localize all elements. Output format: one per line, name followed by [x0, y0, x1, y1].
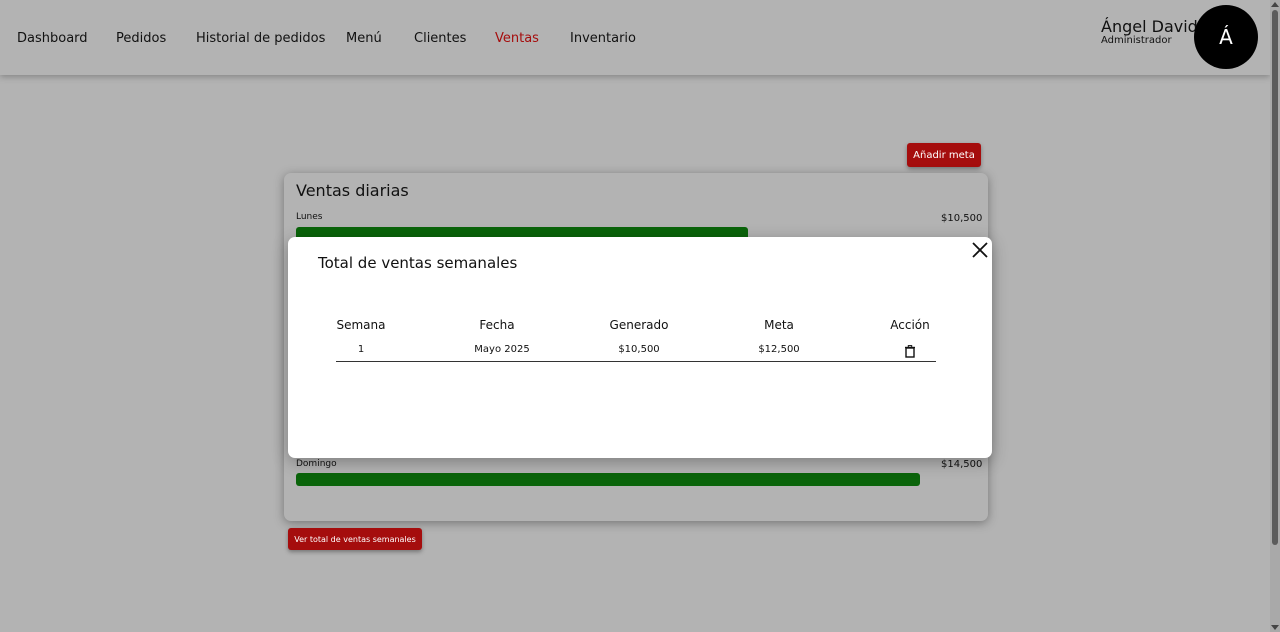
close-icon[interactable] — [970, 240, 990, 260]
top-navbar: Dashboard Pedidos Historial de pedidos M… — [0, 0, 1270, 75]
table-cell-semana: 1 — [357, 344, 365, 355]
day-label-domingo: Domingo — [296, 459, 337, 469]
scroll-up-arrow-icon[interactable] — [1271, 2, 1279, 7]
nav-item-inventario[interactable]: Inventario — [570, 31, 636, 46]
day-bar-domingo — [296, 473, 941, 486]
avatar[interactable]: Á — [1194, 5, 1258, 69]
column-header-accion: Acción — [890, 318, 930, 332]
nav-item-dashboard[interactable]: Dashboard — [17, 31, 88, 46]
day-amount-domingo: $14,500 — [941, 459, 983, 470]
nav-item-historial-de-pedidos[interactable]: Historial de pedidos — [196, 31, 325, 46]
nav-item-pedidos[interactable]: Pedidos — [116, 31, 166, 46]
scrollbar-thumb[interactable] — [1272, 10, 1278, 545]
table-cell-meta: $12,500 — [758, 344, 800, 355]
day-bar-fill-domingo — [296, 473, 920, 486]
table-cell-fecha: Mayo 2025 — [474, 344, 530, 355]
add-goal-button[interactable]: Añadir meta — [907, 143, 981, 167]
page-scrollbar[interactable] — [1270, 0, 1280, 632]
daily-sales-title: Ventas diarias — [296, 181, 409, 200]
user-name: Ángel David — [1101, 17, 1198, 36]
column-header-fecha: Fecha — [479, 318, 515, 332]
day-label-lunes: Lunes — [296, 212, 323, 222]
column-header-meta: Meta — [764, 318, 794, 332]
day-amount-lunes: $10,500 — [941, 213, 983, 224]
nav-item-ventas[interactable]: Ventas — [495, 31, 539, 46]
table-cell-generado: $10,500 — [618, 344, 660, 355]
weekly-sales-modal: Total de ventas semanales Semana Fecha G… — [288, 237, 992, 458]
modal-title: Total de ventas semanales — [318, 254, 518, 272]
nav-item-menu[interactable]: Menú — [346, 31, 382, 46]
view-weekly-total-button[interactable]: Ver total de ventas semanales — [288, 528, 422, 550]
nav-item-clientes[interactable]: Clientes — [414, 31, 466, 46]
scroll-down-arrow-icon[interactable] — [1271, 625, 1279, 630]
column-header-semana: Semana — [336, 318, 386, 332]
column-header-generado: Generado — [609, 318, 669, 332]
table-row-divider — [336, 361, 936, 362]
user-role: Administrador — [1101, 35, 1172, 46]
trash-icon[interactable] — [904, 343, 916, 358]
